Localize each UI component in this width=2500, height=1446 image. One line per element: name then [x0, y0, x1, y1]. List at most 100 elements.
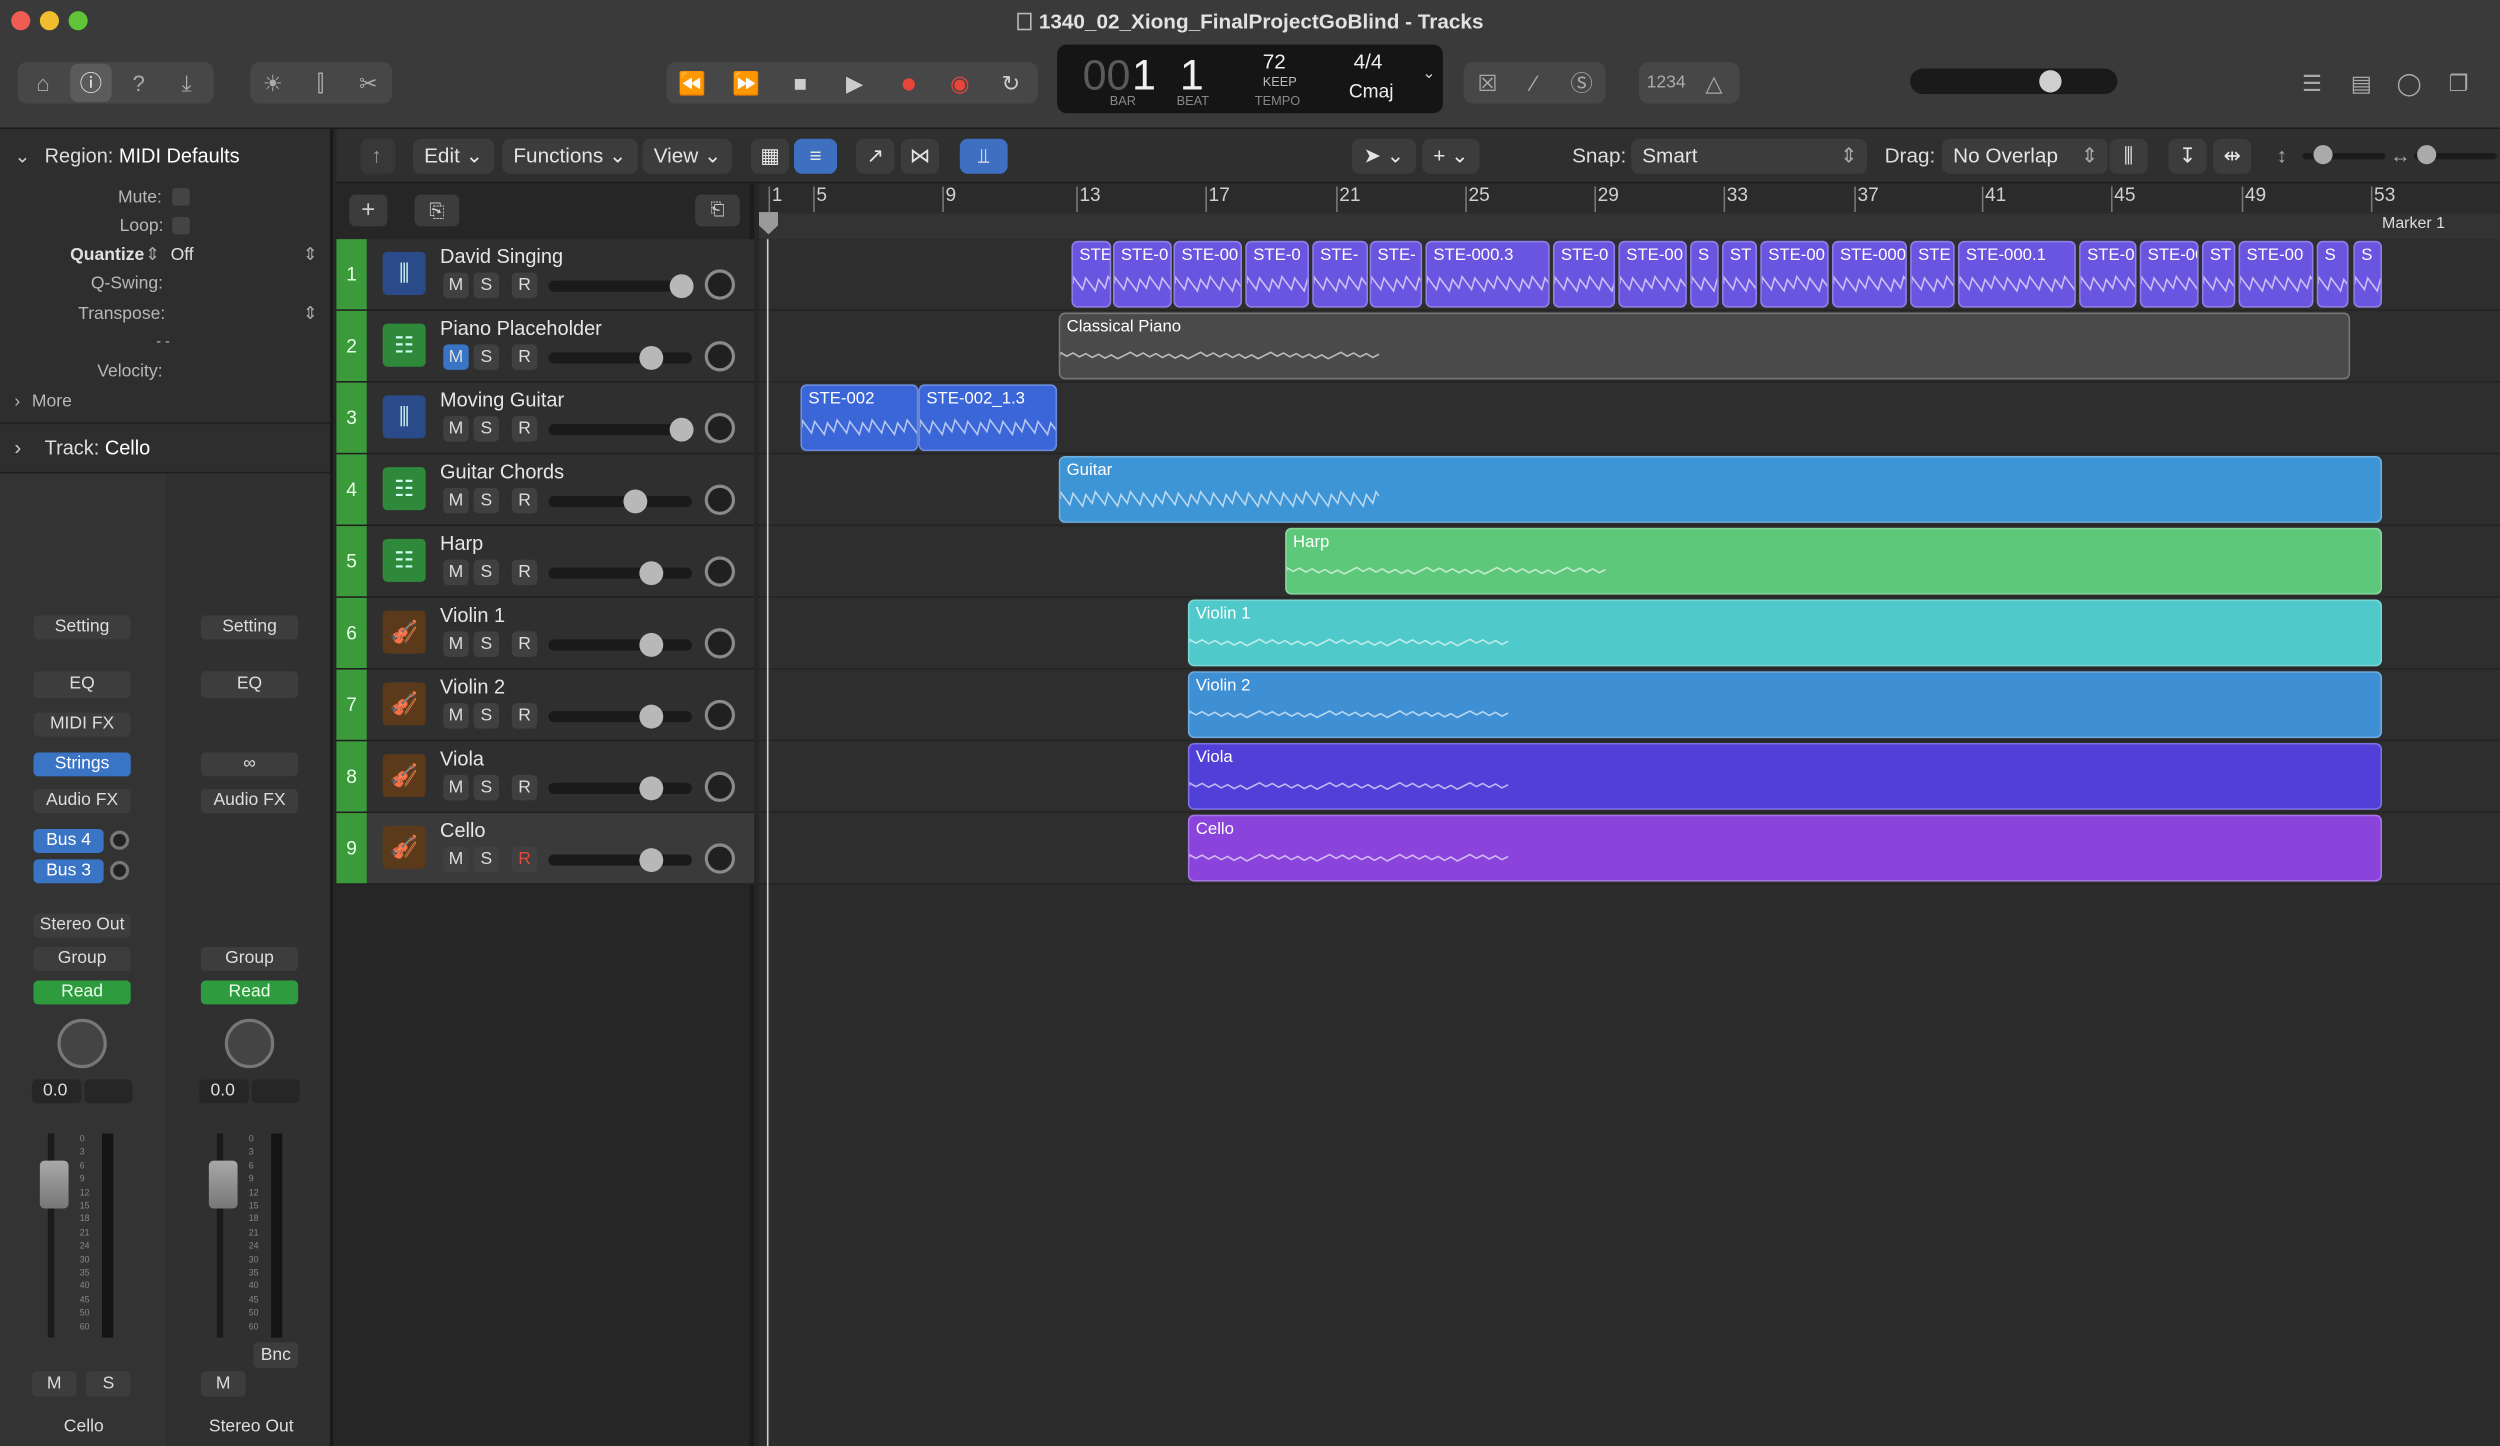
- solo-button[interactable]: S: [473, 344, 500, 370]
- strip1-instrument-slot[interactable]: Strings: [33, 752, 131, 777]
- count-in-button[interactable]: 1234: [1644, 64, 1689, 102]
- region-disclosure-icon[interactable]: ⌄: [14, 145, 30, 167]
- bar-ruler[interactable]: 1 5 9 13 17 21 25 29 33 37 41 45 49 53 Marker 1: [758, 183, 2500, 240]
- record-enable-button[interactable]: R: [511, 846, 538, 873]
- editors-scissors-icon[interactable]: ✂: [348, 64, 389, 102]
- audio-region[interactable]: STE-: [1369, 240, 1423, 308]
- close-window-button[interactable]: [11, 11, 31, 31]
- audio-region[interactable]: STE-0: [1552, 240, 1616, 308]
- strip1-automation-mode[interactable]: Read: [33, 980, 131, 1005]
- secondary-tool-icon[interactable]: + ⌄: [1422, 138, 1480, 174]
- track-name[interactable]: Violin 1: [440, 604, 505, 626]
- strip1-send-bus4[interactable]: Bus 4: [33, 829, 104, 853]
- strip2-mute-button[interactable]: M: [200, 1371, 246, 1397]
- solo-button[interactable]: S: [473, 272, 500, 299]
- add-track-icon[interactable]: +: [349, 194, 388, 227]
- flex-icon[interactable]: ⋈: [900, 138, 940, 174]
- pan-knob[interactable]: [704, 843, 736, 874]
- strip2-automation-mode[interactable]: Read: [200, 980, 299, 1005]
- cycle-icon[interactable]: ↻: [990, 64, 1031, 102]
- quantize-stepper-icon[interactable]: ⇕: [145, 244, 160, 265]
- record-enable-button[interactable]: R: [511, 272, 538, 299]
- solo-button[interactable]: S: [473, 487, 500, 514]
- strip2-bounce-button[interactable]: Bnc: [253, 1342, 299, 1368]
- list-view-icon[interactable]: ≡: [794, 138, 838, 174]
- strip1-output-slot[interactable]: Stereo Out: [33, 913, 131, 938]
- track-name[interactable]: Piano Placeholder: [440, 317, 602, 339]
- stop-icon[interactable]: ■: [780, 64, 821, 102]
- marker-1[interactable]: Marker 1: [2382, 215, 2445, 233]
- solo-button[interactable]: S: [473, 846, 500, 873]
- toolbar-toggle-icon[interactable]: ⤓: [166, 64, 207, 102]
- transpose-popup-icon[interactable]: ⇕: [303, 303, 318, 324]
- track-header-harp[interactable]: 5 ☷ Harp M S R: [336, 526, 755, 598]
- quantize-value[interactable]: Off: [171, 246, 194, 265]
- audio-region[interactable]: STE-0: [1112, 240, 1172, 308]
- strip1-audiofx-slot[interactable]: Audio FX: [33, 789, 131, 814]
- solo-button[interactable]: S: [473, 559, 500, 586]
- browsers-icon[interactable]: ❐: [2438, 64, 2479, 102]
- track-header-violin-1[interactable]: 6 🎻 Violin 1 MSR: [336, 597, 755, 670]
- solo-button[interactable]: S: [473, 631, 500, 657]
- audio-region[interactable]: ST: [2201, 240, 2236, 308]
- waveform-zoom-icon[interactable]: ⫼: [2109, 138, 2148, 174]
- midi-region-classical-piano[interactable]: Classical Piano: [1058, 312, 2351, 380]
- audio-region[interactable]: S: [2316, 240, 2349, 308]
- mute-button[interactable]: M: [443, 846, 469, 873]
- record-enable-button[interactable]: R: [511, 631, 538, 657]
- track-name[interactable]: Cello: [440, 819, 485, 841]
- track-name[interactable]: Violin 2: [440, 676, 505, 698]
- global-tracks-icon[interactable]: ⎗: [695, 194, 740, 227]
- playhead-line[interactable]: [766, 239, 769, 1446]
- audio-region[interactable]: STE-0: [2079, 240, 2137, 308]
- record-enable-button[interactable]: R: [511, 487, 538, 514]
- mute-button[interactable]: M: [443, 559, 469, 586]
- vertical-fit-icon[interactable]: ↧: [2168, 138, 2207, 174]
- track-name[interactable]: Harp: [440, 532, 483, 554]
- vertical-zoom-knob[interactable]: [2313, 145, 2333, 165]
- pointer-tool-icon[interactable]: ➤ ⌄: [1352, 138, 1416, 174]
- volume-knob[interactable]: [669, 417, 694, 442]
- loop-browser-icon[interactable]: ◯: [2388, 64, 2429, 102]
- track-name[interactable]: Guitar Chords: [440, 461, 564, 483]
- note-pad-icon[interactable]: ▤: [2341, 64, 2382, 102]
- audio-region[interactable]: STE: [1071, 240, 1112, 308]
- record-enable-button[interactable]: R: [511, 703, 538, 729]
- track-header-viola[interactable]: 8 🎻 Viola M S R: [336, 741, 755, 814]
- library-icon[interactable]: ⌂: [22, 64, 63, 102]
- strip2-eq-button[interactable]: EQ: [200, 671, 299, 699]
- strip1-group-slot[interactable]: Group: [33, 947, 131, 971]
- track-disclosure-icon[interactable]: ›: [14, 435, 21, 459]
- strip1-solo-button[interactable]: S: [86, 1371, 131, 1397]
- pan-knob[interactable]: [704, 484, 736, 515]
- audio-region[interactable]: ST: [1721, 240, 1758, 308]
- audio-region[interactable]: STE-002: [800, 384, 919, 452]
- zoom-window-button[interactable]: [68, 11, 88, 31]
- midi-region-viola[interactable]: Viola: [1187, 742, 2383, 810]
- grid-view-icon[interactable]: ▦: [750, 138, 790, 174]
- send-level-knob[interactable]: [110, 830, 130, 850]
- track-header-cello[interactable]: 9 🎻 Cello M S R: [336, 813, 755, 885]
- audio-region[interactable]: STE-00: [1173, 240, 1243, 308]
- pan-knob[interactable]: [704, 628, 736, 659]
- mute-button[interactable]: M: [443, 272, 469, 299]
- strip2-audiofx-slot[interactable]: Audio FX: [200, 789, 299, 814]
- pan-knob[interactable]: [704, 699, 736, 731]
- audio-region[interactable]: STE-00: [1760, 240, 1829, 308]
- solo-button[interactable]: S: [473, 774, 500, 801]
- volume-slider[interactable]: [548, 639, 692, 651]
- mute-button[interactable]: M: [443, 774, 469, 801]
- lcd-chevron-down-icon[interactable]: ⌄: [1422, 65, 1435, 83]
- loop-checkbox[interactable]: [172, 216, 190, 235]
- audio-region[interactable]: STE-000.1: [1957, 240, 2076, 308]
- vertical-zoom-slider[interactable]: [2302, 145, 2386, 165]
- pan-knob[interactable]: [704, 556, 736, 587]
- fast-forward-icon[interactable]: ⏩: [725, 64, 766, 102]
- track-header-piano-placeholder[interactable]: 2 ☷ Piano Placeholder M S R: [336, 310, 755, 383]
- automation-icon[interactable]: ↗: [856, 138, 895, 174]
- midi-region-violin-2[interactable]: Violin 2: [1187, 671, 2383, 739]
- lcd-display[interactable]: 00 1 1 BAR BEAT 72 KEEP TEMPO 4/4 Cmaj ⌄: [1057, 44, 1443, 114]
- pan-knob[interactable]: [704, 412, 736, 444]
- drag-popup[interactable]: No Overlap ⇕: [1941, 138, 2108, 174]
- strip1-mute-button[interactable]: M: [31, 1371, 77, 1397]
